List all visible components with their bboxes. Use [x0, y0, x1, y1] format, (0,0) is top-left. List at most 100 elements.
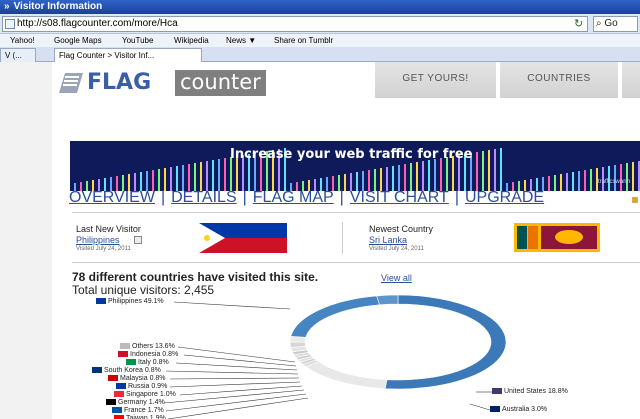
- banner-bar: [446, 157, 448, 191]
- pie-label-text: Australia 3.0%: [502, 406, 548, 413]
- pie-label-text: Singapore 1.0%: [126, 391, 176, 398]
- window-menu-icon[interactable]: »: [4, 1, 10, 12]
- banner-bar: [488, 150, 490, 191]
- pie-label-text: France 1.7%: [124, 407, 164, 414]
- pie-label-text: Russia 0.9%: [128, 383, 168, 390]
- favorite-youtube[interactable]: YouTube: [122, 34, 153, 47]
- country-flag-icon: [106, 399, 116, 406]
- banner-bar: [476, 152, 478, 191]
- nav-upgrade[interactable]: UPGRADE: [465, 189, 544, 206]
- pie-leader-line: [169, 377, 300, 380]
- logo-flag-text: FLAG: [87, 70, 152, 95]
- divider: [72, 212, 640, 213]
- nav-overview[interactable]: OVERVIEW: [69, 189, 155, 206]
- banner-bar: [422, 161, 424, 191]
- tab-other-label: V (...: [5, 51, 22, 60]
- pie-label: Taiwan 1.9%: [114, 415, 166, 419]
- banner-bar: [554, 175, 556, 191]
- banner-bar: [188, 164, 190, 191]
- nav-separator: |: [160, 189, 166, 206]
- pie-slice: [290, 295, 380, 338]
- main-nav: OVERVIEW | DETAILS | FLAG MAP | VISIT CHART | UP…: [69, 189, 544, 207]
- banner-bar: [440, 158, 442, 191]
- country-flag-icon: [492, 388, 502, 395]
- search-box[interactable]: ⌕ Go: [593, 16, 638, 32]
- country-flag-icon: [114, 415, 124, 419]
- banner-bar: [206, 161, 208, 191]
- banner-bar: [362, 171, 364, 191]
- banner-bar: [176, 166, 178, 191]
- country-flag-icon: [126, 359, 136, 366]
- pie-label: Germany 1.4%: [106, 399, 165, 407]
- favorite-share-tumblr[interactable]: Share on Tumblr: [274, 34, 333, 47]
- search-placeholder: Go: [604, 18, 618, 29]
- pie-label-text: United States 18.8%: [504, 388, 568, 395]
- banner-bar: [170, 167, 172, 191]
- country-flag-icon: [92, 367, 102, 374]
- banner-bar: [584, 170, 586, 191]
- refresh-icon[interactable]: ↻: [574, 17, 583, 30]
- banner-bar: [434, 159, 436, 191]
- favorite-google-maps[interactable]: Google Maps: [54, 34, 102, 47]
- banner-bar: [146, 171, 148, 191]
- banner-bar: [158, 169, 160, 191]
- banner-bar: [566, 173, 568, 191]
- banner-bar: [374, 169, 376, 191]
- nav-flag-map[interactable]: FLAG MAP: [253, 189, 334, 206]
- banner-brand: trafficswarm: [598, 179, 631, 185]
- favorite-yahoo[interactable]: Yahoo!: [10, 34, 35, 47]
- get-yours-button[interactable]: GET YOURS!: [375, 62, 496, 98]
- banner-bar: [182, 165, 184, 191]
- tab-other[interactable]: V (...: [0, 48, 36, 62]
- pie-label: Others 13.6%: [120, 343, 175, 351]
- tab-strip: V (... Flag Counter > Visitor Inf...: [0, 47, 640, 62]
- pie-label: Malaysia 0.8%: [108, 375, 166, 383]
- pie-label-text: Italy 0.8%: [138, 359, 169, 366]
- banner-bar: [152, 170, 154, 191]
- more-nav-button[interactable]: [622, 62, 640, 98]
- pie-label-text: Taiwan 1.9%: [126, 415, 166, 419]
- banner-bar: [614, 165, 616, 191]
- banner-bar: [410, 163, 412, 191]
- country-flag-icon: [96, 298, 106, 305]
- pie-label-text: Germany 1.4%: [118, 399, 165, 406]
- lock-icon: [632, 197, 638, 203]
- search-icon: ⌕: [596, 18, 602, 29]
- banner-bar: [500, 148, 502, 191]
- pie-label-text: Malaysia 0.8%: [120, 375, 166, 382]
- nav-separator: |: [242, 189, 247, 206]
- address-row: http://s08.flagcounter.com/more/Hca ↻ ⌕ …: [0, 14, 640, 34]
- pie-leader-line: [165, 370, 299, 375]
- pie-leader-line: [469, 403, 491, 411]
- banner-bar: [482, 151, 484, 191]
- tab-flag-counter[interactable]: Flag Counter > Visitor Inf...: [54, 48, 202, 62]
- tab-flag-counter-label: Flag Counter > Visitor Inf...: [59, 51, 155, 60]
- banner-bar: [368, 170, 370, 191]
- banner-bar: [560, 174, 562, 191]
- countries-button[interactable]: COUNTRIES: [500, 62, 618, 98]
- pie-slice: [376, 294, 399, 306]
- pie-label: Russia 0.9%: [116, 383, 167, 391]
- pie-leader-line: [179, 385, 303, 396]
- nav-visit-chart[interactable]: VISIT CHART: [350, 189, 449, 206]
- banner-bar: [230, 157, 232, 191]
- banner-bar: [224, 158, 226, 191]
- nav-details[interactable]: DETAILS: [171, 189, 237, 206]
- ad-banner[interactable]: Increase your web traffic for free traff…: [70, 141, 640, 191]
- pie-label-text: Indonesia 0.8%: [130, 351, 179, 358]
- pie-label-text: Others 13.6%: [132, 343, 175, 350]
- country-flag-icon: [108, 375, 118, 382]
- banner-bar: [632, 162, 634, 191]
- favorite-wikipedia[interactable]: Wikipedia: [174, 34, 209, 47]
- pie-label: Philippines 49.1%: [96, 298, 164, 306]
- address-bar[interactable]: http://s08.flagcounter.com/more/Hca: [2, 16, 588, 32]
- banner-bar: [212, 160, 214, 191]
- country-flag-icon: [120, 343, 130, 350]
- favorite-news[interactable]: News ▼: [226, 34, 256, 47]
- country-flag-icon: [112, 407, 122, 414]
- banner-bar: [380, 168, 382, 191]
- pie-label-text: South Korea 0.8%: [104, 367, 161, 374]
- address-text: http://s08.flagcounter.com/more/Hca: [17, 18, 178, 29]
- country-flag-icon: [490, 406, 500, 413]
- banner-bar: [548, 176, 550, 191]
